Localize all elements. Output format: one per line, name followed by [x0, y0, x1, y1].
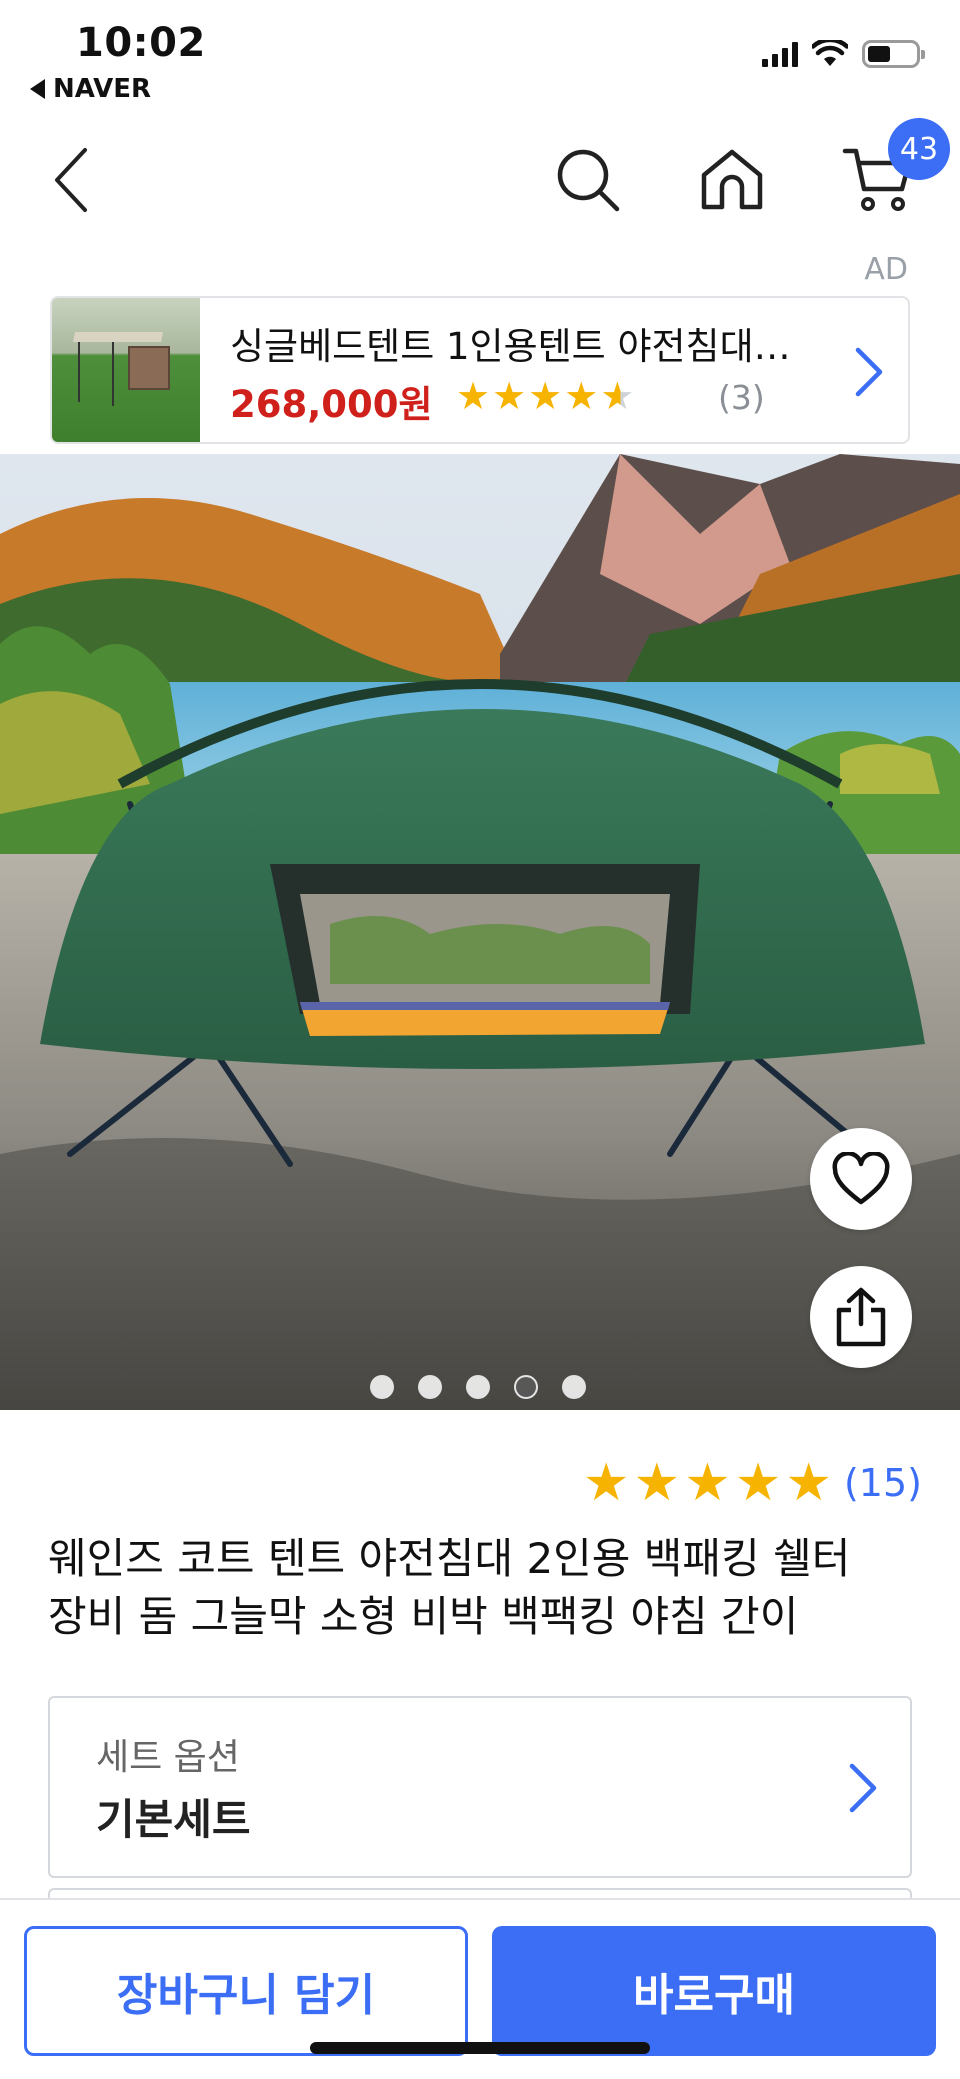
star-icon: ★ [582, 1453, 630, 1513]
cart-count-badge: 43 [888, 118, 950, 180]
add-to-cart-button[interactable]: 장바구니 담기 [24, 1926, 468, 2056]
star-icon: ★ [564, 374, 599, 418]
star-icon: ★ [684, 1453, 731, 1513]
top-navigation [0, 120, 960, 240]
chevron-right-icon [855, 347, 883, 397]
star-icon: ★ [734, 1453, 782, 1513]
share-button[interactable] [810, 1266, 912, 1368]
ad-rating-stars: ★ ★ ★ ★ ★ [456, 376, 634, 416]
battery-icon [862, 40, 925, 68]
product-rating[interactable]: ★ ★ ★ ★ ★ (15) [583, 1456, 922, 1510]
cellular-signal-icon [762, 41, 798, 67]
heart-icon [832, 1152, 890, 1205]
back-button[interactable] [36, 140, 106, 220]
star-icon: ★ [785, 1453, 832, 1513]
status-time: 10:02 [76, 20, 206, 66]
ad-review-count: (3) [718, 378, 765, 417]
buy-now-button[interactable]: 바로구매 [492, 1926, 936, 2056]
product-title-line: 장비 돔 그늘막 소형 비박 백팩킹 야침 간이 [48, 1592, 799, 1641]
pagination-dot[interactable] [418, 1375, 442, 1399]
ad-price: 268,000원 [230, 383, 433, 426]
option-label: 세트 옵션 [96, 1737, 240, 1778]
pagination-dot[interactable] [514, 1375, 538, 1399]
back-to-app-link[interactable]: NAVER [30, 74, 151, 104]
like-button[interactable] [810, 1128, 912, 1230]
chevron-left-icon [55, 148, 87, 212]
chevron-right-icon [849, 1763, 877, 1813]
share-icon [836, 1287, 886, 1347]
review-count-link[interactable]: (15) [844, 1461, 922, 1505]
star-icon: ★ [492, 374, 527, 418]
back-triangle-icon [30, 79, 45, 99]
ad-label: AD [864, 252, 908, 287]
status-bar: 10:02 NAVER [0, 0, 960, 112]
star-icon: ★ [528, 374, 563, 418]
set-option-select[interactable]: 세트 옵션 기본세트 [48, 1696, 912, 1878]
search-icon [557, 149, 620, 212]
pagination-dot[interactable] [370, 1375, 394, 1399]
product-title: 웨인즈 코트 텐트 야전침대 2인용 백패킹 쉘터 장비 돔 그늘막 소형 비박… [48, 1530, 928, 1646]
product-photo [0, 454, 960, 1410]
status-icons [762, 40, 925, 68]
home-icon [701, 149, 763, 210]
pagination-dot[interactable] [466, 1375, 490, 1399]
half-star-icon: ★ [600, 374, 635, 418]
product-title-line: 웨인즈 코트 텐트 야전침대 2인용 백패킹 쉘터 [48, 1534, 851, 1583]
back-app-label: NAVER [53, 74, 152, 104]
product-image-gallery[interactable] [0, 454, 960, 1410]
pagination-dot[interactable] [562, 1375, 586, 1399]
search-button[interactable] [550, 142, 626, 218]
gallery-pagination [370, 1375, 586, 1399]
wifi-icon [812, 40, 848, 66]
ad-banner[interactable]: 싱글베드텐트 1인용텐트 야전침대… 268,000원 ★ ★ ★ ★ ★ (3… [50, 296, 910, 444]
ad-title: 싱글베드텐트 1인용텐트 야전침대… [230, 325, 791, 368]
star-icon: ★ [633, 1453, 681, 1513]
option-value: 기본세트 [96, 1795, 251, 1844]
star-icon: ★ [456, 374, 491, 418]
ad-thumbnail [52, 298, 200, 442]
home-button[interactable] [694, 142, 770, 218]
home-indicator [310, 2042, 650, 2054]
